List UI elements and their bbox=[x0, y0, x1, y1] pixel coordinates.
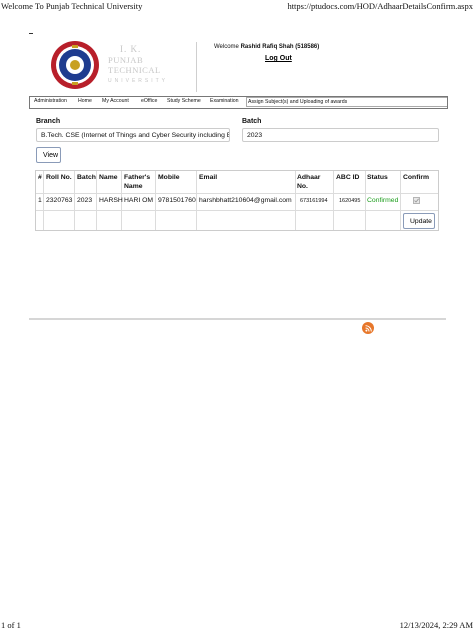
cell-status: Confirmed bbox=[367, 197, 399, 204]
university-seal-icon bbox=[51, 41, 99, 89]
col-header-mobile: Mobile bbox=[158, 174, 180, 181]
col-header-adhaar: Adhaar No. bbox=[297, 174, 321, 190]
table-col-divider bbox=[43, 171, 44, 230]
nav-item-administration[interactable]: Administration bbox=[34, 98, 67, 104]
batch-label: Batch bbox=[242, 118, 262, 125]
col-header-confirm: Confirm bbox=[403, 174, 430, 181]
logo-line3: UNIVERSITY bbox=[108, 78, 169, 84]
col-header-abc-id: ABC ID bbox=[336, 174, 360, 181]
cell-mobile: 9781501760 bbox=[158, 197, 196, 204]
nav-item-examination[interactable]: Examination bbox=[210, 98, 239, 104]
col-header-status: Status bbox=[367, 174, 388, 181]
rss-feed-button[interactable] bbox=[362, 322, 374, 334]
welcome-prefix: Welcome bbox=[214, 44, 239, 50]
rss-icon bbox=[364, 324, 372, 332]
col-header-roll-no: Roll No. bbox=[46, 174, 72, 181]
cell-father-name: HARI OM bbox=[124, 197, 154, 204]
print-page-title: Welcome To Punjab Technical University bbox=[1, 1, 143, 11]
cell-adhaar: 673161994 bbox=[300, 198, 328, 204]
table-col-divider bbox=[96, 171, 97, 230]
col-header-name: Name bbox=[99, 174, 118, 181]
col-header-email: Email bbox=[199, 174, 218, 181]
students-table: # Roll No. Batch Name Father's Name Mobi… bbox=[35, 170, 439, 231]
view-button[interactable]: View bbox=[36, 147, 61, 163]
logout-link[interactable]: Log Out bbox=[265, 55, 292, 62]
print-header: Welcome To Punjab Technical University h… bbox=[0, 0, 474, 14]
print-url: https://ptudocs.com/HOD/AdhaarDetailsCon… bbox=[287, 1, 473, 11]
nav-item-my-account[interactable]: My Account bbox=[102, 98, 129, 104]
col-header-index: # bbox=[38, 174, 42, 181]
cell-name: HARSH bbox=[99, 197, 123, 204]
print-page-count: 1 of 1 bbox=[1, 620, 21, 630]
cell-batch: 2023 bbox=[77, 197, 93, 204]
nav-item-study-scheme[interactable]: Study Scheme bbox=[167, 98, 201, 104]
table-col-divider bbox=[155, 171, 156, 230]
branch-label: Branch bbox=[36, 118, 61, 125]
branch-select[interactable]: B.Tech. CSE (Internet of Things and Cybe… bbox=[36, 128, 230, 142]
table-col-divider bbox=[74, 171, 75, 230]
batch-select[interactable]: 2023 bbox=[242, 128, 439, 142]
user-name: Rashid Rafiq Shah (518586) bbox=[240, 44, 320, 50]
print-datetime: 12/13/2024, 2:29 AM bbox=[399, 620, 473, 630]
footer-divider bbox=[29, 318, 446, 320]
col-header-batch: Batch bbox=[77, 174, 96, 181]
main-nav: Administration Home My Account eOffice S… bbox=[29, 96, 448, 109]
logo-line1: I. K. bbox=[120, 44, 142, 54]
university-logo: I. K. PUNJAB TECHNICAL UNIVERSITY bbox=[50, 40, 195, 90]
checkbox-checked-icon bbox=[413, 197, 420, 204]
cell-roll-no: 2320763 bbox=[46, 197, 73, 204]
update-button[interactable]: Update bbox=[403, 213, 435, 229]
nav-item-assign-subjects[interactable]: Assign Subject(s) and Uploading of award… bbox=[246, 97, 447, 107]
table-col-divider bbox=[333, 171, 334, 230]
cell-index: 1 bbox=[38, 197, 42, 204]
divider bbox=[29, 33, 33, 34]
logo-line2: PUNJAB TECHNICAL bbox=[108, 55, 161, 75]
nav-item-home[interactable]: Home bbox=[78, 98, 92, 104]
confirm-checkbox[interactable] bbox=[413, 197, 420, 206]
cell-abc-id: 1620495 bbox=[339, 198, 361, 204]
table-col-divider bbox=[365, 171, 366, 230]
welcome-text: Welcome Rashid Rafiq Shah (518586) bbox=[214, 44, 319, 50]
table-col-divider bbox=[400, 171, 401, 230]
table-col-divider bbox=[196, 171, 197, 230]
table-col-divider bbox=[295, 171, 296, 230]
header-divider bbox=[196, 42, 197, 92]
table-row-divider bbox=[36, 193, 438, 194]
university-name: I. K. PUNJAB TECHNICAL UNIVERSITY bbox=[108, 44, 194, 88]
cell-email: harshbhatt210604@gmail.com bbox=[199, 197, 292, 204]
nav-item-eoffice[interactable]: eOffice bbox=[141, 98, 157, 104]
print-footer: 1 of 1 12/13/2024, 2:29 AM bbox=[0, 618, 474, 632]
table-row-divider bbox=[36, 210, 438, 211]
col-header-father-name: Father's Name bbox=[124, 174, 151, 190]
